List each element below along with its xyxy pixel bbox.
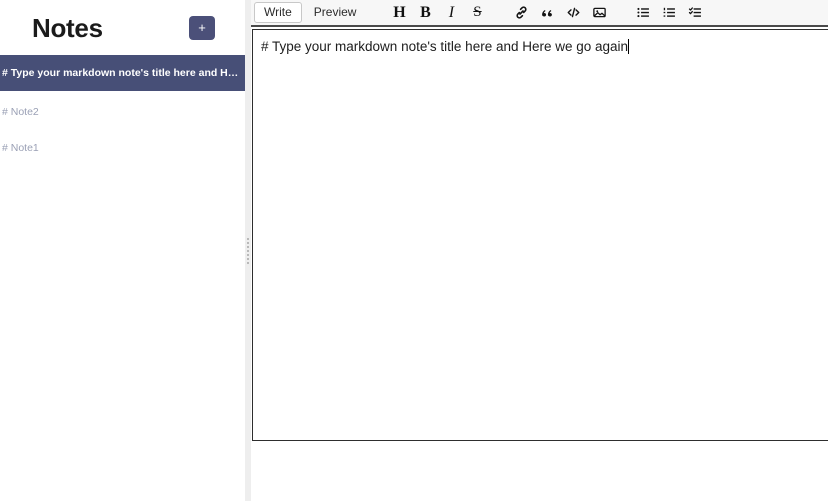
toolbar-group-text-format: H B I S: [386, 2, 490, 24]
tab-preview[interactable]: Preview: [304, 2, 367, 23]
editor-textarea[interactable]: # Type your markdown note's title here a…: [253, 30, 828, 56]
task-list-icon[interactable]: [684, 2, 706, 24]
quote-icon[interactable]: [536, 2, 558, 24]
ordered-list-icon[interactable]: [658, 2, 680, 24]
sidebar-header: Notes +: [0, 0, 245, 55]
toolbar-group-lists: [630, 2, 708, 24]
bold-icon[interactable]: B: [414, 2, 436, 24]
list-item[interactable]: # Note2: [0, 94, 245, 130]
link-icon[interactable]: [510, 2, 532, 24]
tab-write[interactable]: Write: [254, 2, 302, 23]
italic-icon[interactable]: I: [440, 2, 462, 24]
image-icon[interactable]: [588, 2, 610, 24]
unordered-list-icon[interactable]: [632, 2, 654, 24]
markdown-editor[interactable]: # Type your markdown note's title here a…: [252, 29, 828, 441]
editor-toolbar: Write Preview H B I S: [251, 0, 828, 27]
add-note-button[interactable]: +: [189, 15, 215, 40]
editor-pane: Write Preview H B I S # Type your markdo…: [251, 0, 828, 501]
note-item-label: # Type your markdown note's title here a…: [2, 67, 242, 79]
strikethrough-icon[interactable]: S: [466, 2, 488, 24]
note-item-label: # Note1: [2, 142, 39, 154]
italic-glyph: I: [448, 3, 455, 21]
note-list: # Type your markdown note's title here a…: [0, 55, 245, 166]
text-caret: [628, 39, 630, 54]
note-item-label: # Note2: [2, 106, 39, 118]
notes-app-window: Notes + # Type your markdown note's titl…: [0, 0, 828, 501]
toolbar-group-insert: [508, 2, 612, 24]
list-item[interactable]: # Note1: [0, 130, 245, 166]
strikethrough-glyph: S: [473, 4, 482, 20]
page-title: Notes: [32, 12, 103, 43]
splitter-grip-icon: [247, 237, 249, 264]
list-item[interactable]: # Type your markdown note's title here a…: [0, 55, 245, 91]
code-icon[interactable]: [562, 2, 584, 24]
heading-icon[interactable]: H: [388, 2, 410, 24]
sidebar: Notes + # Type your markdown note's titl…: [0, 0, 245, 501]
bold-glyph: B: [420, 3, 431, 21]
editor-content: # Type your markdown note's title here a…: [261, 39, 629, 54]
heading-glyph: H: [393, 3, 406, 21]
